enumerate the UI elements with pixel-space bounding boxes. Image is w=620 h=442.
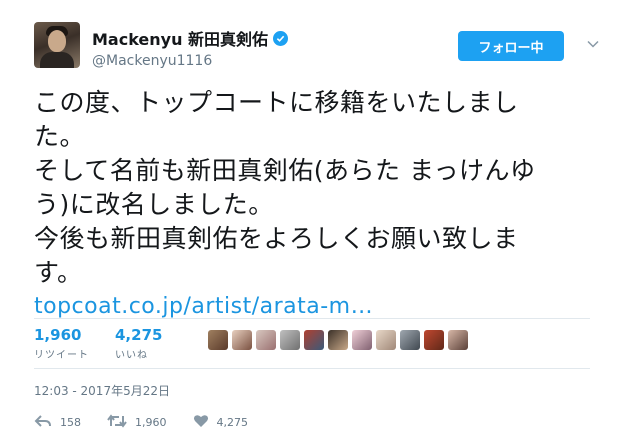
tweet-line: う)に改名しました。 (34, 190, 274, 219)
tweet-stats: 1,960 リツイート 4,275 いいね (34, 326, 162, 361)
like-stat[interactable]: 4,275 いいね (115, 326, 162, 361)
avatar[interactable] (34, 22, 80, 68)
tweet-timestamp[interactable]: 12:03 - 2017年5月22日 (34, 382, 170, 399)
retweet-icon (107, 414, 127, 431)
liker-avatar[interactable] (376, 330, 396, 350)
retweet-stat[interactable]: 1,960 リツイート (34, 326, 89, 361)
retweet-button[interactable]: 1,960 (107, 414, 167, 431)
tweet-header: Mackenyu 新田真剣佑 @Mackenyu1116 フォロー中 (34, 22, 600, 74)
liker-avatar[interactable] (280, 330, 300, 350)
following-button[interactable]: フォロー中 (458, 31, 564, 61)
tweet-actions: 158 1,960 4,275 (34, 414, 274, 431)
liker-avatar[interactable] (256, 330, 276, 350)
tweet-line: そして名前も新田真剣佑(あらた まっけんゆ (34, 156, 536, 185)
reply-count: 158 (60, 416, 81, 429)
like-count[interactable]: 4,275 (115, 326, 162, 344)
tweet-line: た。 (34, 122, 86, 151)
divider (34, 368, 590, 369)
liker-avatar[interactable] (328, 330, 348, 350)
retweet-count[interactable]: 1,960 (34, 326, 89, 344)
tweet-text: この度、トップコートに移籍をいたしまし た。 そして名前も新田真剣佑(あらた ま… (34, 86, 594, 324)
user-handle[interactable]: @Mackenyu1116 (92, 53, 288, 69)
verified-badge-icon (273, 30, 289, 46)
retweet-label: リツイート (34, 350, 89, 361)
like-label: いいね (115, 350, 148, 361)
liker-avatar[interactable] (424, 330, 444, 350)
liker-avatar[interactable] (448, 330, 468, 350)
liker-avatars (208, 330, 468, 350)
reply-icon (34, 414, 52, 431)
user-info: Mackenyu 新田真剣佑 @Mackenyu1116 (92, 26, 289, 69)
liker-avatar[interactable] (400, 330, 420, 350)
liker-avatar[interactable] (208, 330, 228, 350)
liker-avatar[interactable] (232, 330, 252, 350)
liker-avatar[interactable] (304, 330, 324, 350)
liker-avatar[interactable] (352, 330, 372, 350)
like-button[interactable]: 4,275 (193, 414, 249, 431)
chevron-down-icon[interactable] (586, 36, 600, 50)
reply-button[interactable]: 158 (34, 414, 81, 431)
display-name[interactable]: Mackenyu 新田真剣佑 (92, 26, 289, 50)
display-name-text[interactable]: Mackenyu 新田真剣佑 (92, 26, 268, 50)
tweet-line: す。 (34, 258, 83, 287)
like-action-count: 4,275 (216, 416, 249, 429)
heart-icon (193, 414, 209, 431)
retweet-action-count: 1,960 (135, 416, 167, 429)
tweet-line: この度、トップコートに移籍をいたしまし (34, 88, 519, 117)
divider (34, 318, 590, 319)
tweet-line: 今後も新田真剣佑をよろしくお願い致しま (34, 224, 519, 253)
